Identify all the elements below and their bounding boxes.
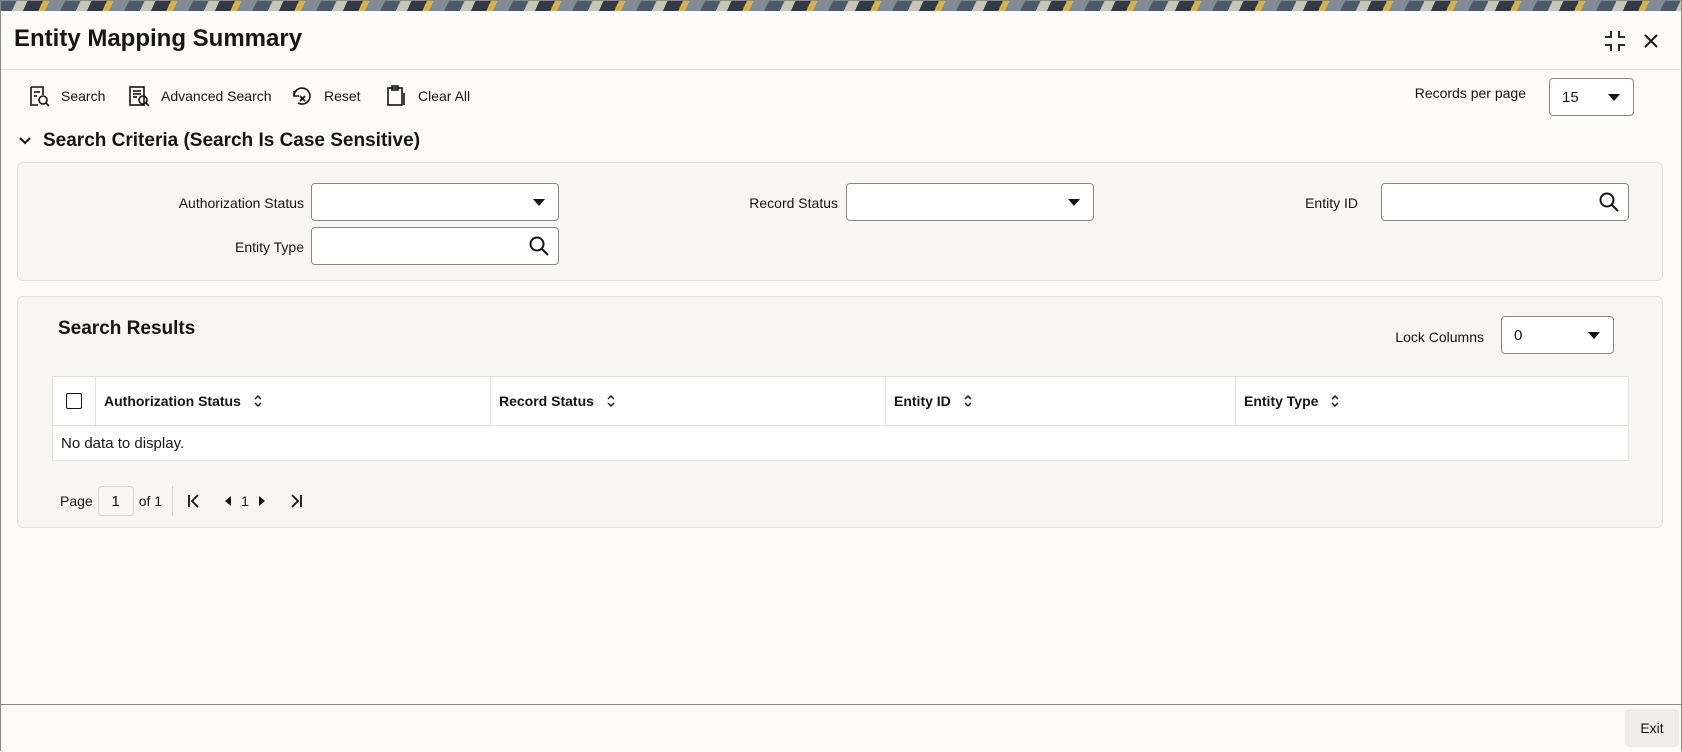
minimize-window-button[interactable] (1601, 27, 1629, 55)
previous-page-button[interactable] (217, 489, 239, 513)
header-banner (1, 1, 1681, 11)
entity-id-input[interactable] (1381, 183, 1629, 221)
clear-all-button[interactable]: Clear All (384, 81, 470, 111)
authorization-status-select[interactable] (311, 183, 559, 221)
empty-message: No data to display. (61, 434, 185, 452)
search-form-icon (30, 86, 50, 107)
select-all-checkbox[interactable] (66, 393, 82, 409)
pager-divider (172, 486, 174, 516)
page-label: Page (60, 493, 93, 509)
app-window: Entity Mapping Summary Search Advanced S… (0, 0, 1682, 752)
authorization-status-label: Authorization Status (178, 195, 304, 211)
records-per-page-value: 15 (1562, 88, 1579, 106)
select-all-cell (53, 377, 96, 425)
sort-icon[interactable] (963, 394, 973, 408)
previous-page-icon (225, 496, 232, 506)
chevron-down-icon (1608, 94, 1620, 101)
last-page-button[interactable] (285, 489, 307, 513)
footer-bar: Exit (1, 704, 1681, 752)
column-header-entity-type[interactable]: Entity Type (1236, 377, 1628, 425)
reset-button-label: Reset (324, 88, 361, 104)
advanced-search-button-label: Advanced Search (161, 88, 272, 104)
results-table: Authorization Status Record Status Entit… (52, 376, 1629, 461)
reset-button[interactable]: Reset (290, 81, 361, 111)
first-page-button[interactable] (183, 489, 205, 513)
records-per-page-label: Records per page (1414, 85, 1526, 101)
advanced-search-icon (129, 86, 150, 107)
reset-icon (293, 87, 311, 105)
column-header-authorization-status[interactable]: Authorization Status (96, 377, 491, 425)
record-status-select[interactable] (846, 183, 1094, 221)
chevron-down-icon (533, 199, 545, 206)
clear-all-button-label: Clear All (418, 88, 471, 104)
current-page-number: 1 (241, 493, 249, 509)
column-header-entity-id[interactable]: Entity ID (886, 377, 1236, 425)
search-results-heading: Search Results (58, 318, 196, 339)
chevron-down-icon (1068, 199, 1080, 206)
sort-icon[interactable] (253, 394, 263, 408)
clipboard-icon (387, 85, 405, 106)
column-header-label: Entity ID (894, 393, 951, 409)
column-header-label: Entity Type (1244, 393, 1319, 409)
records-per-page-select[interactable]: 15 (1549, 78, 1634, 116)
title-bar: Entity Mapping Summary (1, 11, 1681, 70)
next-page-icon (258, 496, 265, 506)
sort-icon[interactable] (606, 394, 616, 408)
lock-columns-select[interactable]: 0 (1501, 316, 1614, 354)
advanced-search-button[interactable]: Advanced Search (127, 81, 272, 111)
search-button-label: Search (61, 88, 106, 104)
last-page-icon (291, 494, 302, 508)
column-header-label: Authorization Status (104, 393, 241, 409)
close-icon (1644, 34, 1658, 48)
sort-icon[interactable] (1330, 394, 1340, 408)
collapse-icon (1605, 31, 1625, 51)
chevron-down-icon (19, 137, 31, 145)
toolbar: Search Advanced Search Reset Clear All R… (1, 73, 1681, 119)
column-header-record-status[interactable]: Record Status (491, 377, 886, 425)
page-title: Entity Mapping Summary (14, 25, 303, 52)
close-window-button[interactable] (1637, 27, 1665, 55)
search-criteria-heading: Search Criteria (Search Is Case Sensitiv… (43, 130, 421, 151)
lock-columns-value: 0 (1514, 326, 1523, 344)
search-icon[interactable] (1598, 191, 1620, 213)
next-page-button[interactable] (251, 489, 273, 513)
search-criteria-panel: Authorization Status Record Status Entit… (17, 162, 1663, 281)
entity-type-input[interactable] (311, 227, 559, 265)
search-criteria-toggle[interactable]: Search Criteria (Search Is Case Sensitiv… (17, 128, 420, 154)
first-page-icon (188, 494, 199, 508)
entity-id-label: Entity ID (1305, 195, 1358, 211)
entity-type-label: Entity Type (234, 239, 304, 255)
exit-button[interactable]: Exit (1625, 709, 1679, 747)
page-of-label: of 1 (138, 493, 163, 509)
pagination: Page 1 of 1 1 (60, 486, 307, 516)
record-status-label: Record Status (749, 195, 838, 211)
search-icon[interactable] (528, 235, 550, 257)
table-header: Authorization Status Record Status Entit… (53, 377, 1628, 426)
page-number-input[interactable]: 1 (97, 486, 134, 516)
chevron-down-icon (1588, 332, 1600, 339)
search-results-panel: Search Results Lock Columns 0 Authorizat… (17, 296, 1663, 528)
column-header-label: Record Status (499, 393, 594, 409)
search-button[interactable]: Search (27, 81, 105, 111)
lock-columns-label: Lock Columns (1395, 329, 1484, 345)
